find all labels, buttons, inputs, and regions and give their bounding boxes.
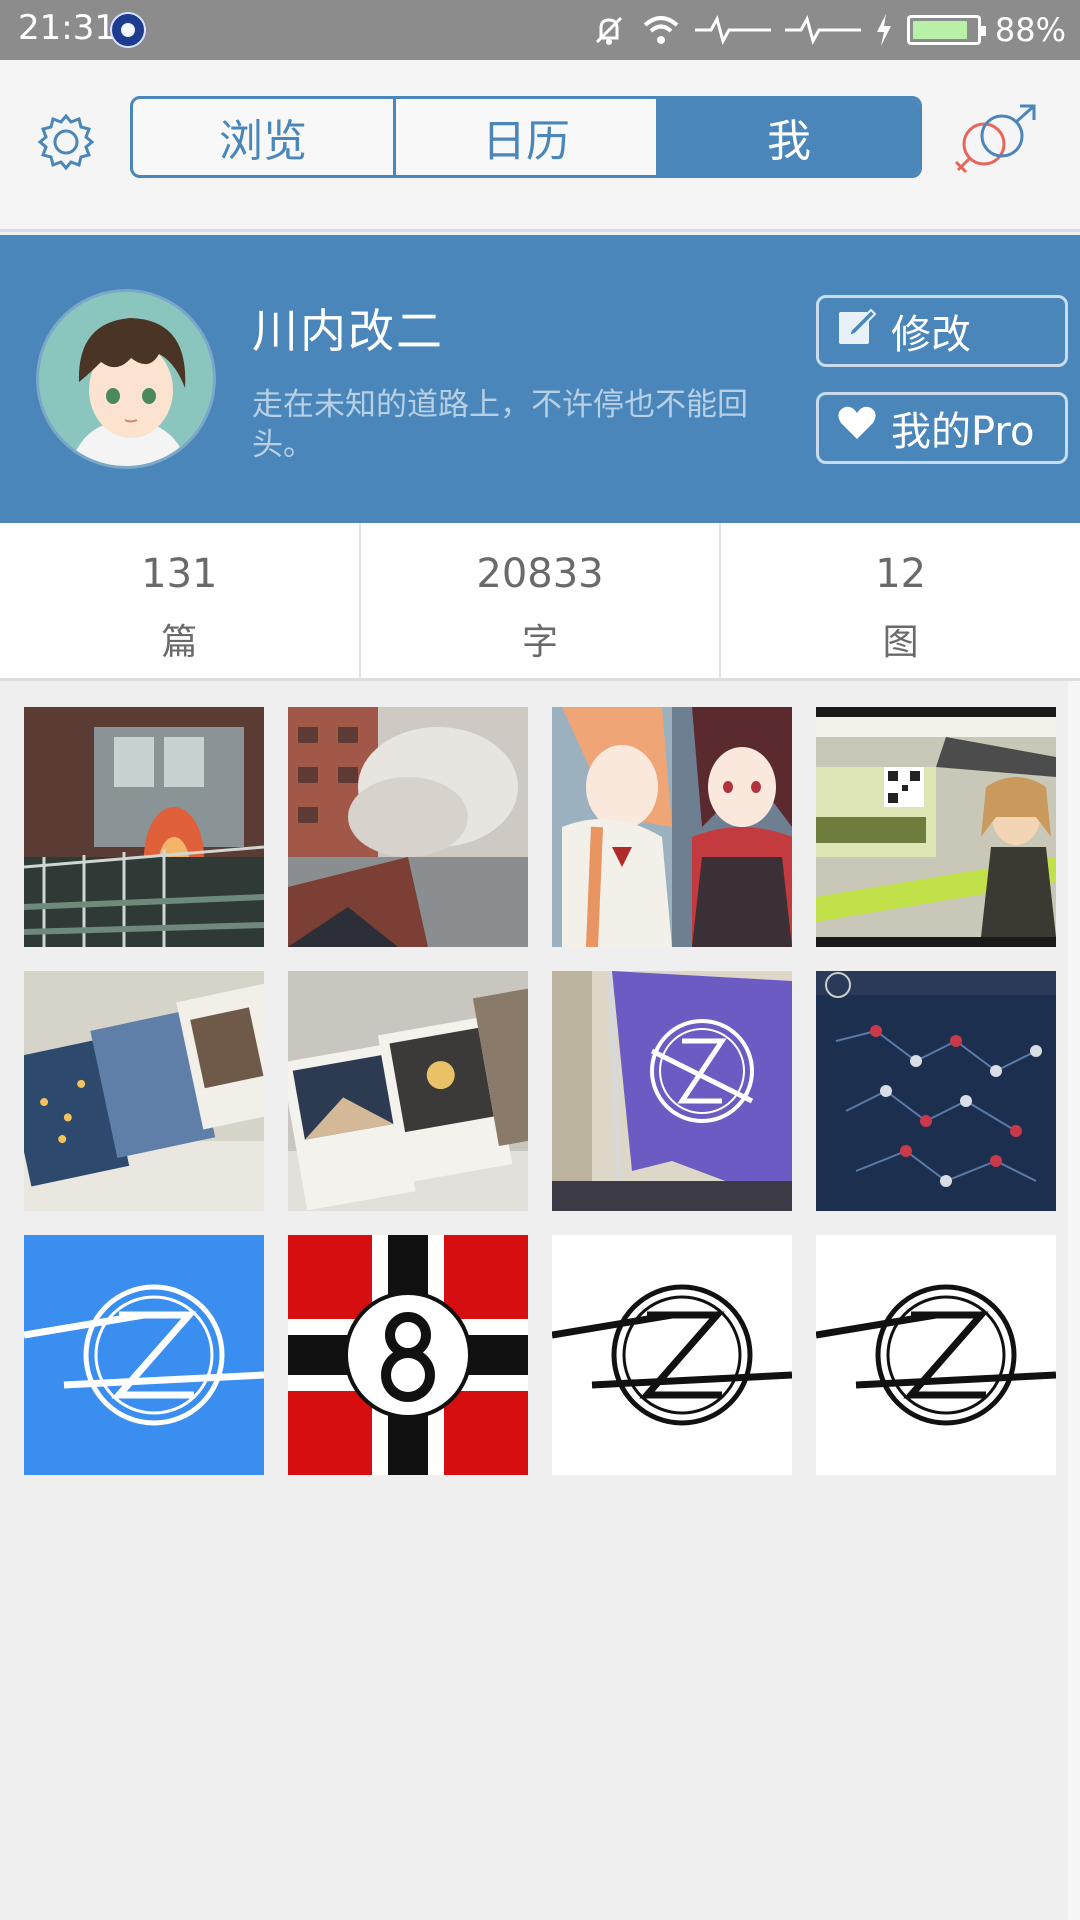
stat-label: 字 xyxy=(522,622,559,663)
photo-thumbnail[interactable] xyxy=(816,1235,1056,1475)
photo-thumbnail[interactable] xyxy=(24,707,264,947)
my-pro-button[interactable]: 我的Pro xyxy=(816,392,1068,464)
status-icons: 88% xyxy=(591,8,1066,52)
top-navigation: 浏览 日历 我 xyxy=(0,60,1080,232)
app-notification-icon xyxy=(110,12,146,48)
stat-label: 篇 xyxy=(161,622,198,663)
photo-thumbnail[interactable] xyxy=(816,971,1056,1211)
profile-banner: 川内改二 走在未知的道路上，不许停也不能回头。 修改 我的Pro xyxy=(0,235,1080,523)
edit-profile-button[interactable]: 修改 xyxy=(816,295,1068,367)
signal-icon xyxy=(694,15,771,45)
wifi-icon xyxy=(641,13,681,47)
charging-icon xyxy=(875,14,893,46)
photo-thumbnail[interactable] xyxy=(288,707,528,947)
photo-thumbnail[interactable] xyxy=(816,707,1056,947)
pro-label: 我的Pro xyxy=(891,409,1035,455)
battery-icon xyxy=(906,15,986,45)
status-time: 21:31 xyxy=(18,8,116,48)
photo-thumbnail[interactable] xyxy=(552,1235,792,1475)
gender-icon[interactable] xyxy=(950,104,1042,184)
profile-name: 川内改二 xyxy=(252,304,444,358)
photo-thumbnail[interactable] xyxy=(24,1235,264,1475)
stat-posts[interactable]: 131 篇 xyxy=(0,523,361,678)
stat-label: 图 xyxy=(882,622,919,663)
gear-icon[interactable] xyxy=(34,110,98,174)
tab-calendar[interactable]: 日历 xyxy=(396,99,659,175)
avatar[interactable] xyxy=(36,289,216,469)
battery-percent: 88% xyxy=(994,11,1066,49)
tab-browse[interactable]: 浏览 xyxy=(133,99,396,175)
stat-value: 20833 xyxy=(476,551,604,597)
heart-icon xyxy=(837,405,877,451)
photo-thumbnail[interactable] xyxy=(552,971,792,1211)
stat-value: 131 xyxy=(141,551,218,597)
signal-icon xyxy=(784,15,861,45)
stat-images[interactable]: 12 图 xyxy=(721,523,1080,678)
tab-bar: 浏览 日历 我 xyxy=(130,96,922,178)
status-bar: 21:31 88% xyxy=(0,0,1080,60)
profile-bio: 走在未知的道路上，不许停也不能回头。 xyxy=(252,387,748,463)
stat-words[interactable]: 20833 字 xyxy=(361,523,722,678)
photo-grid xyxy=(24,707,1056,1475)
photo-thumbnail[interactable] xyxy=(552,707,792,947)
photo-thumbnail[interactable] xyxy=(24,971,264,1211)
tab-me[interactable]: 我 xyxy=(659,99,919,175)
edit-icon xyxy=(837,306,877,356)
scroll-track xyxy=(1068,681,1080,1920)
silent-icon xyxy=(591,12,627,48)
photo-thumbnail[interactable] xyxy=(288,971,528,1211)
photo-thumbnail[interactable] xyxy=(288,1235,528,1475)
edit-label: 修改 xyxy=(891,312,971,358)
stats-bar: 131 篇 20833 字 12 图 xyxy=(0,523,1080,681)
stat-value: 12 xyxy=(875,551,927,597)
